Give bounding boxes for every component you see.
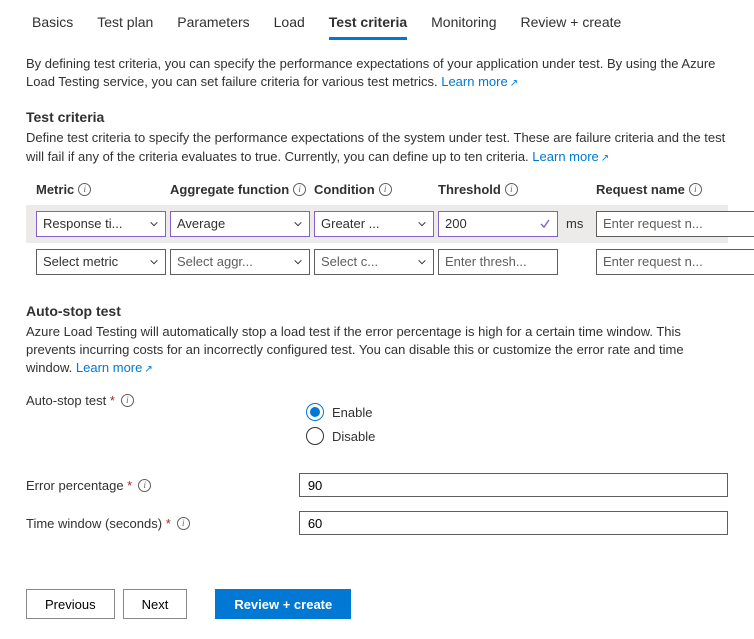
check-icon <box>539 218 551 230</box>
radio-enable-label: Enable <box>332 405 372 420</box>
previous-button[interactable]: Previous <box>26 589 115 619</box>
review-create-button[interactable]: Review + create <box>215 589 351 619</box>
criteria-header-row: Metrici Aggregate functioni Conditioni T… <box>26 182 728 205</box>
tab-monitoring[interactable]: Monitoring <box>419 8 508 40</box>
autostop-title: Auto-stop test <box>26 303 728 319</box>
chevron-down-icon <box>417 257 427 267</box>
section-title: Test criteria <box>26 109 728 125</box>
request-name-input[interactable]: Enter request n... <box>596 249 754 275</box>
radio-disable[interactable]: Disable <box>306 427 375 445</box>
chevron-down-icon <box>293 257 303 267</box>
header-aggregate: Aggregate functioni <box>170 182 310 197</box>
threshold-unit: ms <box>562 216 592 231</box>
criteria-table: Metrici Aggregate functioni Conditioni T… <box>26 182 728 281</box>
info-icon[interactable]: i <box>293 183 306 196</box>
next-button[interactable]: Next <box>123 589 188 619</box>
info-icon[interactable]: i <box>379 183 392 196</box>
info-icon[interactable]: i <box>689 183 702 196</box>
header-metric: Metrici <box>36 182 166 197</box>
external-link-icon: ↗ <box>144 364 152 375</box>
tab-basics[interactable]: Basics <box>20 8 85 40</box>
radio-icon <box>306 403 324 421</box>
footer-buttons: Previous Next Review + create <box>0 549 754 639</box>
chevron-down-icon <box>149 257 159 267</box>
chevron-down-icon <box>417 219 427 229</box>
header-condition: Conditioni <box>314 182 434 197</box>
header-request-name: Request namei <box>596 182 754 197</box>
time-window-label: Time window (seconds) * i <box>26 516 299 531</box>
chevron-down-icon <box>293 219 303 229</box>
threshold-input[interactable]: Enter thresh... <box>438 249 558 275</box>
tab-bar: Basics Test plan Parameters Load Test cr… <box>0 0 754 41</box>
tab-test-plan[interactable]: Test plan <box>85 8 165 40</box>
autostop-learn-more-link[interactable]: Learn more↗ <box>76 360 153 375</box>
info-icon[interactable]: i <box>505 183 518 196</box>
autostop-radio-group: Enable Disable <box>306 393 375 469</box>
section-desc: Define test criteria to specify the perf… <box>26 129 728 165</box>
info-icon[interactable]: i <box>138 479 151 492</box>
autostop-label: Auto-stop test * i <box>26 393 306 408</box>
metric-dropdown[interactable]: Select metric <box>36 249 166 275</box>
radio-icon <box>306 427 324 445</box>
header-threshold: Thresholdi <box>438 182 558 197</box>
tab-parameters[interactable]: Parameters <box>165 8 261 40</box>
threshold-input[interactable]: 200 <box>438 211 558 237</box>
tab-load[interactable]: Load <box>262 8 317 40</box>
tab-review-create[interactable]: Review + create <box>509 8 634 40</box>
radio-disable-label: Disable <box>332 429 375 444</box>
metric-dropdown[interactable]: Response ti... <box>36 211 166 237</box>
intro-span: By defining test criteria, you can speci… <box>26 56 715 89</box>
error-percentage-label: Error percentage * i <box>26 478 299 493</box>
tab-test-criteria[interactable]: Test criteria <box>317 8 419 40</box>
intro-text: By defining test criteria, you can speci… <box>26 55 728 91</box>
section-desc-text: Define test criteria to specify the perf… <box>26 130 725 163</box>
criteria-row: Select metric Select aggr... Select c...… <box>26 243 728 281</box>
aggregate-dropdown[interactable]: Average <box>170 211 310 237</box>
request-name-input[interactable]: Enter request n... <box>596 211 754 237</box>
intro-learn-more-link[interactable]: Learn more↗ <box>441 74 518 89</box>
section-learn-more-link[interactable]: Learn more↗ <box>532 149 609 164</box>
external-link-icon: ↗ <box>510 78 518 89</box>
radio-enable[interactable]: Enable <box>306 403 375 421</box>
info-icon[interactable]: i <box>177 517 190 530</box>
condition-dropdown[interactable]: Select c... <box>314 249 434 275</box>
external-link-icon: ↗ <box>601 153 609 164</box>
error-percentage-input[interactable] <box>299 473 728 497</box>
chevron-down-icon <box>149 219 159 229</box>
info-icon[interactable]: i <box>121 394 134 407</box>
aggregate-dropdown[interactable]: Select aggr... <box>170 249 310 275</box>
info-icon[interactable]: i <box>78 183 91 196</box>
time-window-input[interactable] <box>299 511 728 535</box>
criteria-row: Response ti... Average Greater ... 200 m… <box>26 205 728 243</box>
autostop-desc: Azure Load Testing will automatically st… <box>26 323 728 378</box>
condition-dropdown[interactable]: Greater ... <box>314 211 434 237</box>
